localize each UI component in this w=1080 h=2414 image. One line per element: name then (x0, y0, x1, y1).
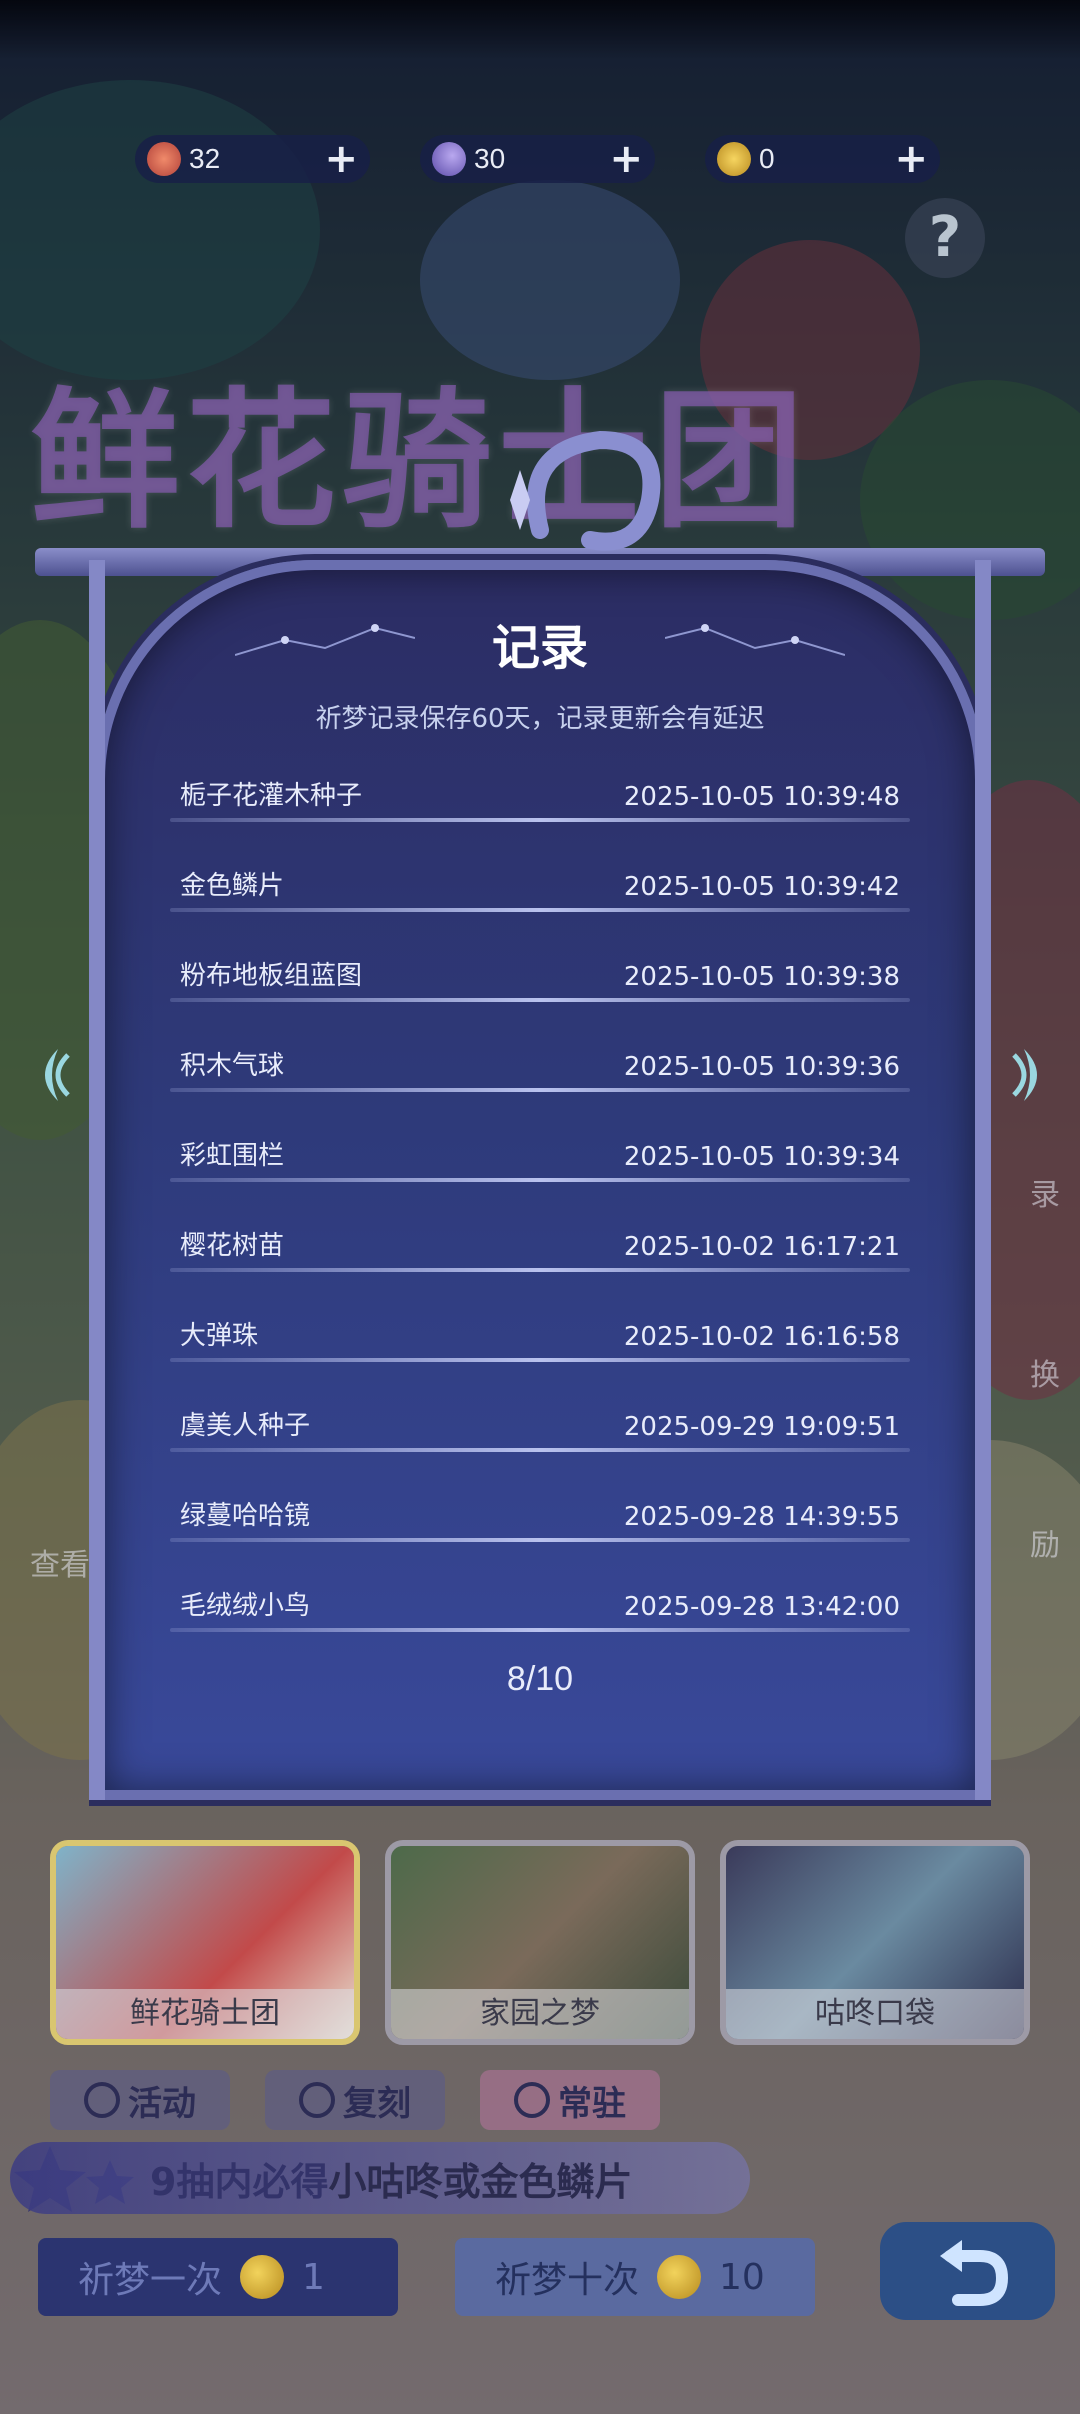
add-currency-button[interactable]: + (894, 139, 928, 179)
add-currency-button[interactable]: + (324, 139, 358, 179)
record-item-name: 积木气球 (180, 1051, 285, 1081)
pool-card-home-dream[interactable]: 家园之梦 (385, 1840, 695, 2045)
currency-value: 32 (189, 143, 221, 174)
tab-rerun[interactable]: 复刻 (265, 2070, 445, 2130)
currency-gold: 0 + (705, 135, 940, 183)
record-row: 大弹珠 2025-10-02 16:16:58 (170, 1280, 910, 1370)
help-button[interactable]: ? (905, 198, 985, 278)
pray-ten-cost: 10 (719, 2256, 765, 2298)
status-bar (0, 0, 1080, 60)
guarantee-banner: 9抽内必得 小咕咚或金色鳞片 (10, 2142, 750, 2214)
record-item-name: 大弹珠 (180, 1321, 259, 1351)
tab-label: 常驻 (558, 2083, 626, 2124)
record-row: 樱花树苗 2025-10-02 16:17:21 (170, 1190, 910, 1280)
record-item-name: 虞美人种子 (180, 1411, 311, 1441)
currency-moon: 30 + (420, 135, 655, 183)
pray-once-cost: 1 (302, 2256, 325, 2298)
record-timestamp: 2025-09-28 14:39:55 (623, 1502, 900, 1532)
record-row: 积木气球 2025-10-05 10:39:36 (170, 1010, 910, 1100)
add-currency-button[interactable]: + (609, 139, 643, 179)
record-row: 彩虹围栏 2025-10-05 10:39:34 (170, 1100, 910, 1190)
record-item-name: 栀子花灌木种子 (180, 781, 363, 811)
promo-prefix: 9抽内必得 (150, 2159, 329, 2204)
pool-card-gudong-pocket[interactable]: 咕咚口袋 (720, 1840, 1030, 2045)
record-row: 栀子花灌木种子 2025-10-05 10:39:48 (170, 740, 910, 830)
record-item-name: 樱花树苗 (180, 1231, 285, 1261)
record-timestamp: 2025-10-05 10:39:38 (623, 962, 900, 992)
record-item-name: 绿蔓哈哈镜 (180, 1501, 311, 1531)
modal-pillar (89, 560, 105, 1800)
previous-arrow-icon[interactable] (28, 1045, 70, 1105)
record-item-name: 金色鳞片 (180, 871, 285, 901)
record-timestamp: 2025-10-02 16:16:58 (623, 1322, 900, 1352)
gold-coin-icon (240, 2255, 285, 2299)
currency-value: 30 (474, 143, 506, 174)
modal-title: 记录 (491, 620, 588, 676)
record-modal: 记录 祈梦记录保存60天，记录更新会有延迟 栀子花灌木种子 2025-10-05… (35, 430, 1045, 1800)
record-timestamp: 2025-10-05 10:39:34 (623, 1142, 900, 1172)
modal-subtitle: 祈梦记录保存60天，记录更新会有延迟 (315, 704, 765, 734)
pool-label: 鲜花骑士团 (56, 1989, 354, 2039)
tab-label: 活动 (128, 2083, 196, 2124)
modal-pillar (975, 560, 991, 1800)
record-side-label[interactable]: 录 (1030, 1170, 1060, 1214)
pray-ten-label: 祈梦十次 (495, 2260, 640, 2301)
record-item-name: 彩虹围栏 (180, 1141, 285, 1171)
record-row: 毛绒绒小鸟 2025-09-28 13:42:00 (170, 1550, 910, 1640)
record-timestamp: 2025-09-29 19:09:51 (623, 1412, 900, 1442)
tab-permanent[interactable]: 常驻 (480, 2070, 660, 2130)
moon-currency-icon (432, 142, 466, 176)
record-row: 粉布地板组蓝图 2025-10-05 10:39:38 (170, 920, 910, 1010)
record-timestamp: 2025-10-02 16:17:21 (623, 1232, 900, 1262)
back-button[interactable] (880, 2222, 1055, 2320)
gold-coin-icon (657, 2255, 702, 2299)
tab-activity[interactable]: 活动 (50, 2070, 230, 2130)
swirl-icon (514, 2082, 550, 2118)
pool-label: 家园之梦 (391, 1989, 689, 2039)
page-indicator: 8/10 (506, 1660, 574, 1698)
record-item-name: 粉布地板组蓝图 (180, 961, 363, 991)
reward-side-label[interactable]: 励 (1030, 1520, 1060, 1564)
currency-value: 0 (759, 143, 775, 174)
record-row: 绿蔓哈哈镜 2025-09-28 14:39:55 (170, 1460, 910, 1550)
pool-label: 咕咚口袋 (726, 1989, 1024, 2039)
clock-icon (299, 2082, 335, 2118)
moon-ornament-icon (510, 430, 661, 551)
banner-title: 鲜花骑士团 (30, 373, 811, 549)
activity-icon (84, 2082, 120, 2118)
promo-highlight: 小咕咚或金色鳞片 (328, 2159, 633, 2204)
record-timestamp: 2025-10-05 10:39:48 (623, 782, 900, 812)
next-arrow-icon[interactable] (1012, 1045, 1054, 1105)
record-timestamp: 2025-10-05 10:39:36 (623, 1052, 900, 1082)
pray-once-button[interactable]: 祈梦一次 1 (38, 2238, 398, 2316)
record-row: 金色鳞片 2025-10-05 10:39:42 (170, 830, 910, 920)
record-timestamp: 2025-10-05 10:39:42 (623, 872, 900, 902)
back-arrow-icon (940, 2240, 1009, 2306)
record-item-name: 毛绒绒小鸟 (180, 1591, 311, 1621)
pray-ten-button[interactable]: 祈梦十次 10 (455, 2238, 815, 2316)
record-timestamp: 2025-09-28 13:42:00 (623, 1592, 900, 1622)
pray-once-label: 祈梦一次 (78, 2260, 223, 2301)
tab-label: 复刻 (343, 2083, 411, 2124)
record-row: 虞美人种子 2025-09-29 19:09:51 (170, 1370, 910, 1460)
gold-coin-icon (717, 142, 751, 176)
flower-currency-icon (147, 142, 181, 176)
pool-card-flower-knights[interactable]: 鲜花骑士团 (50, 1840, 360, 2045)
record-list: 栀子花灌木种子 2025-10-05 10:39:48 金色鳞片 2025-10… (170, 740, 910, 1640)
exchange-side-label[interactable]: 换 (1030, 1350, 1060, 1394)
currency-flower: 32 + (135, 135, 370, 183)
